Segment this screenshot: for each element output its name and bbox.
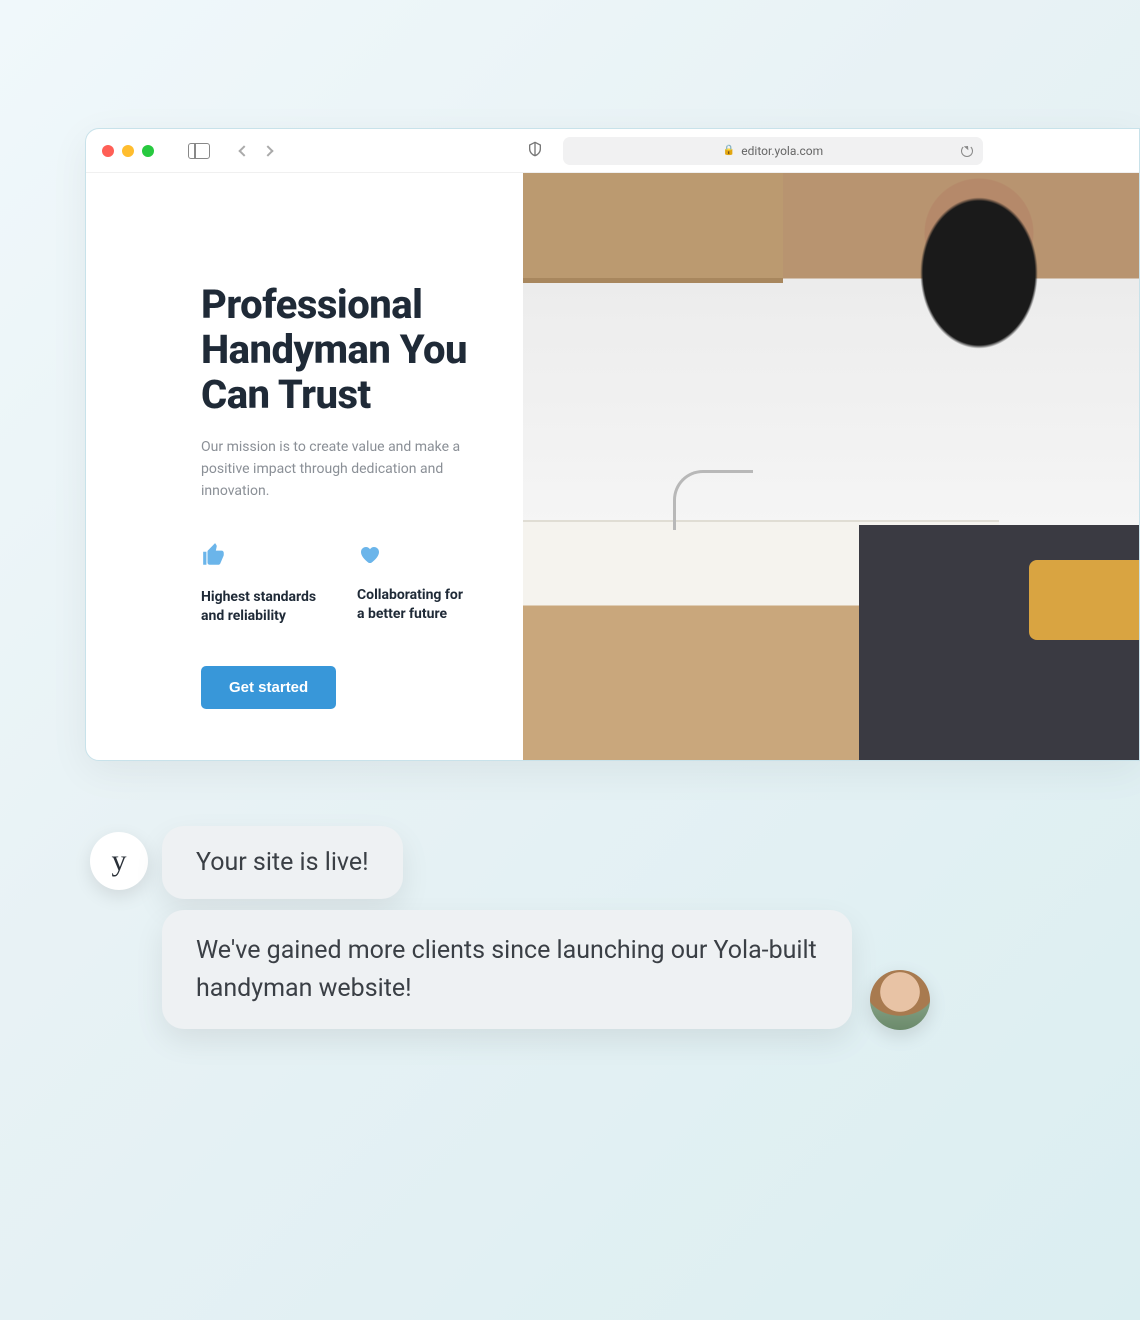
url-text: editor.yola.com (741, 144, 823, 158)
testimonial-bubble: We've gained more clients since launchin… (162, 910, 852, 1029)
feature-collaboration: Collaborating for a better future (357, 542, 473, 626)
nav-back-button[interactable] (238, 145, 249, 156)
system-message-bubble: Your site is live! (162, 826, 403, 899)
minimize-window-button[interactable] (122, 145, 134, 157)
hero-subtitle: Our mission is to create value and make … (201, 437, 461, 502)
traffic-lights (102, 145, 154, 157)
privacy-shield-icon[interactable] (527, 141, 543, 161)
thumbs-up-icon (201, 542, 317, 572)
user-avatar (870, 970, 930, 1030)
nav-forward-button[interactable] (262, 145, 273, 156)
refresh-icon[interactable] (961, 145, 973, 157)
feature-label: Collaborating for a better future (357, 586, 473, 624)
hero-left: Professional Handyman You Can Trust Our … (86, 173, 523, 760)
sidebar-toggle-icon[interactable] (188, 143, 210, 159)
get-started-button[interactable]: Get started (201, 666, 336, 709)
heart-icon (357, 542, 473, 570)
browser-window: 🔒 editor.yola.com Professional Handyman … (85, 128, 1140, 761)
avatar-letter: y (112, 844, 127, 878)
lock-icon: 🔒 (723, 145, 735, 156)
feature-label: Highest standards and reliability (201, 588, 317, 626)
maximize-window-button[interactable] (142, 145, 154, 157)
system-message-text: Your site is live! (196, 848, 369, 877)
hero-image (523, 173, 1139, 760)
feature-standards: Highest standards and reliability (201, 542, 317, 626)
faucet-decoration (673, 470, 753, 530)
testimonial-text: We've gained more clients since launchin… (196, 936, 817, 1003)
url-bar[interactable]: 🔒 editor.yola.com (563, 137, 983, 165)
features-row: Highest standards and reliability Collab… (201, 542, 473, 626)
system-avatar: y (90, 832, 148, 890)
browser-titlebar: 🔒 editor.yola.com (86, 129, 1139, 173)
hero-title: Professional Handyman You Can Trust (201, 283, 473, 417)
close-window-button[interactable] (102, 145, 114, 157)
cabinet-decoration (523, 173, 783, 283)
toolbelt-decoration (1029, 560, 1139, 640)
page-content: Professional Handyman You Can Trust Our … (86, 173, 1139, 760)
handyman-figure (859, 173, 1139, 760)
